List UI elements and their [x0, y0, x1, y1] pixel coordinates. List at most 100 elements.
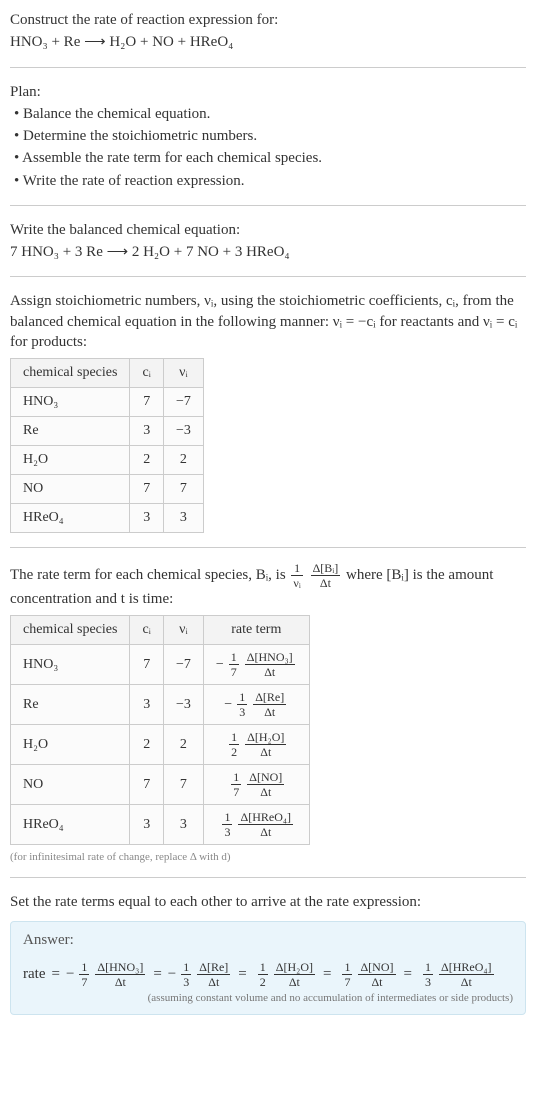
plan-header: Plan:	[10, 82, 526, 102]
rt-v: 2	[163, 725, 203, 765]
stoich-species: Re	[11, 417, 130, 446]
rateterm-sentence: The rate term for each chemical species,…	[10, 562, 526, 609]
divider	[10, 205, 526, 206]
frac-dconc-dt: Δ[HNO₃] Δt	[245, 651, 295, 678]
intro-construct: Construct the rate of reaction expressio…	[10, 10, 526, 30]
rt-head-v: νᵢ	[163, 616, 203, 645]
rt-head-rate: rate term	[203, 616, 309, 645]
equals-icon: =	[323, 966, 331, 983]
frac-den: νᵢ	[291, 576, 302, 589]
stoich-head-v: νᵢ	[163, 359, 203, 388]
balanced-equation: 7 HNO₃ + 3 Re ⟶ 2 H₂O + 7 NO + 3 HReO₄	[10, 242, 526, 262]
table-row: HNO₃ 7 −7 − 1 7 Δ[HNO₃] Δt	[11, 645, 310, 685]
rt-c: 7	[130, 765, 164, 805]
stoich-head-c: cᵢ	[130, 359, 164, 388]
final-section: Set the rate terms equal to each other t…	[10, 892, 526, 1014]
equals-icon: =	[51, 966, 59, 983]
table-row: HReO₄ 3 3	[11, 504, 204, 533]
frac-num: 1	[291, 562, 302, 576]
frac-den: Δt	[311, 576, 341, 589]
stoich-v: −7	[163, 388, 203, 417]
divider	[10, 67, 526, 68]
plan-bullet-2: • Determine the stoichiometric numbers.	[14, 126, 526, 146]
stoich-c: 3	[130, 504, 164, 533]
stoich-c: 7	[130, 388, 164, 417]
rt-species: H₂O	[11, 725, 130, 765]
divider	[10, 276, 526, 277]
table-header-row: chemical species cᵢ νᵢ rate term	[11, 616, 310, 645]
plan-bullet-1: • Balance the chemical equation.	[14, 104, 526, 124]
rt-rate: − 13 Δ[Re]Δt	[203, 685, 309, 725]
rate-expression: rate = − 17 Δ[HNO₃]Δt = − 13 Δ[Re]Δt = 1…	[23, 961, 496, 988]
stoich-species: H₂O	[11, 446, 130, 475]
stoich-species: NO	[11, 475, 130, 504]
stoich-c: 2	[130, 446, 164, 475]
table-row: NO 7 7 17 Δ[NO]Δt	[11, 765, 310, 805]
equals-icon: =	[238, 966, 246, 983]
intro-equation: HNO₃ + Re ⟶ H₂O + NO + HReO₄	[10, 32, 526, 52]
rt-rate: 13 Δ[HReO₄]Δt	[203, 805, 309, 845]
stoich-text: Assign stoichiometric numbers, νᵢ, using…	[10, 291, 526, 352]
rt-species: HNO₃	[11, 645, 130, 685]
rt-rate: − 1 7 Δ[HNO₃] Δt	[203, 645, 309, 685]
frac-one-over-nu: 1 νᵢ	[291, 562, 302, 589]
rt-c: 3	[130, 805, 164, 845]
stoich-v: −3	[163, 417, 203, 446]
rateterm-table: chemical species cᵢ νᵢ rate term HNO₃ 7 …	[10, 615, 310, 845]
stoich-v: 2	[163, 446, 203, 475]
rt-head-c: cᵢ	[130, 616, 164, 645]
stoich-head-species: chemical species	[11, 359, 130, 388]
table-row: Re 3 −3 − 13 Δ[Re]Δt	[11, 685, 310, 725]
final-sentence: Set the rate terms equal to each other t…	[10, 892, 526, 912]
frac-dbi-dt: Δ[Bᵢ] Δt	[311, 562, 341, 589]
stoich-c: 3	[130, 417, 164, 446]
rate-word: rate	[23, 966, 45, 983]
table-row: HReO₄ 3 3 13 Δ[HReO₄]Δt	[11, 805, 310, 845]
rt-sign: −	[216, 657, 224, 673]
table-row: NO 7 7	[11, 475, 204, 504]
equals-icon: =	[153, 966, 161, 983]
rt-c: 7	[130, 645, 164, 685]
stoich-species: HNO₃	[11, 388, 130, 417]
answer-label: Answer:	[23, 932, 513, 949]
plan-bullet-3: • Assemble the rate term for each chemic…	[14, 148, 526, 168]
stoich-table: chemical species cᵢ νᵢ HNO₃ 7 −7 Re 3 −3…	[10, 358, 204, 533]
stoich-v: 3	[163, 504, 203, 533]
rt-species: NO	[11, 765, 130, 805]
table-row: HNO₃ 7 −7	[11, 388, 204, 417]
stoich-section: Assign stoichiometric numbers, νᵢ, using…	[10, 291, 526, 533]
rt-v: 3	[163, 805, 203, 845]
rt-rate: 12 Δ[H₂O]Δt	[203, 725, 309, 765]
answer-assumption: (assuming constant volume and no accumul…	[23, 992, 513, 1004]
table-row: Re 3 −3	[11, 417, 204, 446]
answer-box: Answer: rate = − 17 Δ[HNO₃]Δt = − 13 Δ[R…	[10, 921, 526, 1015]
rateterm-section: The rate term for each chemical species,…	[10, 562, 526, 863]
frac-num: Δ[Bᵢ]	[311, 562, 341, 576]
stoich-c: 7	[130, 475, 164, 504]
stoich-species: HReO₄	[11, 504, 130, 533]
rt-v: −3	[163, 685, 203, 725]
rt-species: HReO₄	[11, 805, 130, 845]
plan-bullet-4: • Write the rate of reaction expression.	[14, 171, 526, 191]
rateterm-pre: The rate term for each chemical species,…	[10, 567, 289, 583]
equals-icon: =	[404, 966, 412, 983]
plan-section: Plan: • Balance the chemical equation. •…	[10, 82, 526, 191]
balanced-header: Write the balanced chemical equation:	[10, 220, 526, 240]
divider	[10, 877, 526, 878]
balanced-section: Write the balanced chemical equation: 7 …	[10, 220, 526, 263]
table-row: H₂O 2 2 12 Δ[H₂O]Δt	[11, 725, 310, 765]
rt-head-species: chemical species	[11, 616, 130, 645]
rt-v: 7	[163, 765, 203, 805]
frac-coef: 1 7	[229, 651, 239, 678]
rt-sign: −	[224, 697, 232, 713]
rt-c: 2	[130, 725, 164, 765]
rateterm-note: (for infinitesimal rate of change, repla…	[10, 851, 526, 863]
rt-species: Re	[11, 685, 130, 725]
stoich-v: 7	[163, 475, 203, 504]
intro-section: Construct the rate of reaction expressio…	[10, 10, 526, 53]
table-row: H₂O 2 2	[11, 446, 204, 475]
table-header-row: chemical species cᵢ νᵢ	[11, 359, 204, 388]
rt-v: −7	[163, 645, 203, 685]
rt-rate: 17 Δ[NO]Δt	[203, 765, 309, 805]
rt-c: 3	[130, 685, 164, 725]
